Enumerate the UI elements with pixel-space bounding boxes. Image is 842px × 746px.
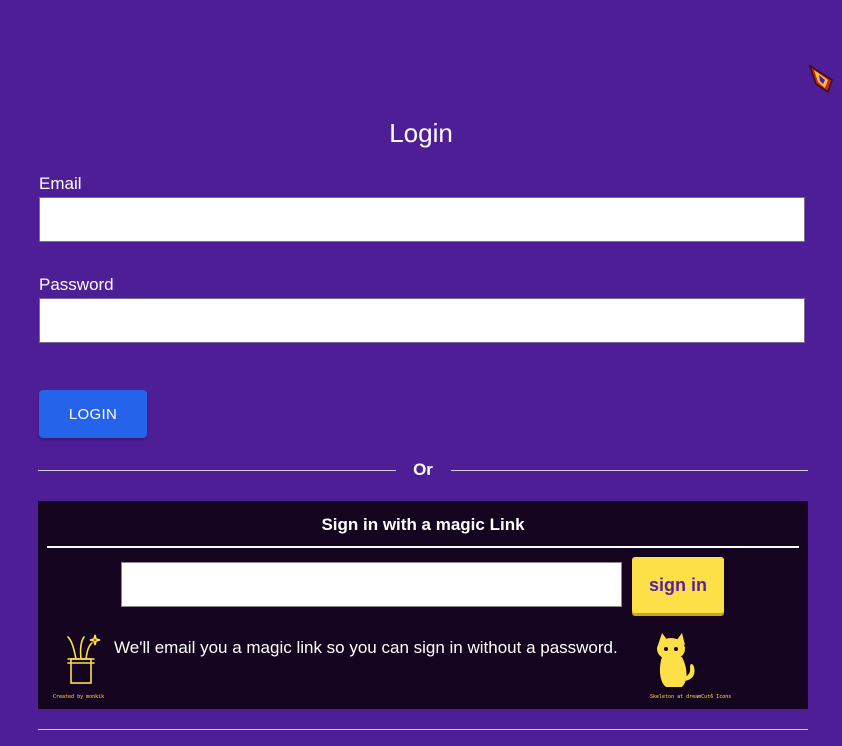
or-divider-text: Or: [413, 460, 433, 479]
email-field[interactable]: [39, 197, 805, 242]
password-label: Password: [39, 275, 114, 294]
magic-link-description: We'll email you a magic link so you can …: [114, 638, 618, 657]
magic-link-panel: Sign in with a magic Link sign in Create…: [38, 501, 808, 709]
magic-link-title: Sign in with a magic Link: [321, 515, 525, 534]
right-icon-credit: Skeleton at dreamCut6 Icons: [650, 694, 732, 700]
magic-link-sign-in-button[interactable]: sign in: [632, 557, 724, 613]
magic-hat-icon: [62, 631, 102, 687]
extension-icon[interactable]: [806, 62, 838, 96]
bottom-divider: [38, 729, 808, 730]
magic-link-email-input[interactable]: [121, 562, 622, 607]
divider-line-left: [38, 470, 396, 471]
login-button[interactable]: LOGIN: [39, 390, 147, 438]
magic-link-divider: [47, 546, 799, 548]
email-label: Email: [39, 174, 82, 193]
password-field[interactable]: [39, 298, 805, 343]
left-icon-credit: Created by monkik: [53, 694, 105, 700]
cat-icon: [652, 631, 702, 689]
divider-line-right: [451, 470, 808, 471]
page-title: Login: [389, 118, 453, 148]
